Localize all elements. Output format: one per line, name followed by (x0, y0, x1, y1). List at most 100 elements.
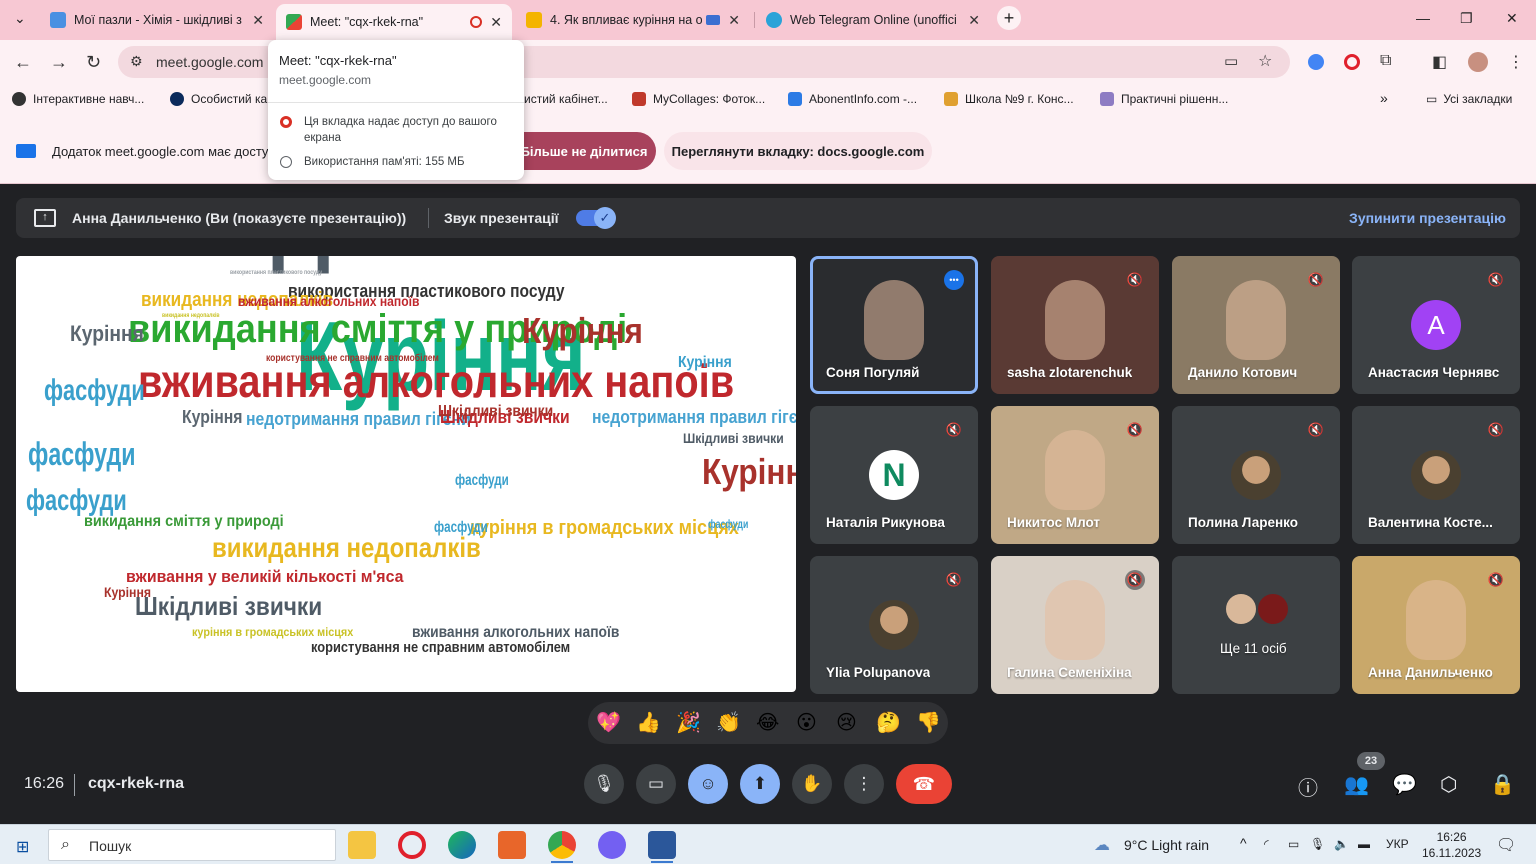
stop-sharing-button[interactable]: Більше не ділитися (502, 132, 656, 170)
reaction-emoji-button[interactable]: 👎 (916, 710, 941, 735)
participant-tile[interactable]: 🔇 Никитос Млот (991, 406, 1159, 544)
view-tab-button[interactable]: Переглянути вкладку: docs.google.com (664, 132, 932, 170)
raise-hand-button[interactable]: ✋ (792, 764, 832, 804)
camera-icon[interactable]: ▭ (1224, 52, 1238, 70)
new-tab-button[interactable]: + (997, 6, 1021, 30)
word-icon[interactable] (648, 831, 676, 859)
windows-start-icon[interactable]: ⊞ (16, 837, 29, 857)
participant-tile[interactable]: 🔇 Галина Семеніхіна (991, 556, 1159, 694)
tab-hover-card: Meet: "cqx-rkek-rna" meet.google.com Ця … (268, 40, 524, 180)
minimize-icon[interactable]: — (1416, 10, 1430, 26)
participant-tile[interactable]: N 🔇 Наталія Рикунова (810, 406, 978, 544)
tab-puzzles[interactable]: Мої пазли - Хімія - шкідливі з ✕ (40, 4, 274, 36)
profile-avatar[interactable] (1468, 52, 1488, 72)
participant-tile[interactable]: 🔇 sasha zlotarenchuk (991, 256, 1159, 394)
close-window-icon[interactable]: ✕ (1506, 10, 1518, 27)
extensions-puzzle-icon[interactable]: ⧉ (1380, 52, 1391, 70)
participant-name: Анна Данильченко (1368, 665, 1493, 680)
restore-icon[interactable]: ❐ (1460, 10, 1473, 27)
tab-search-chevron-icon[interactable]: ⌄ (14, 10, 26, 27)
meeting-details-icon[interactable]: ⓘ (1298, 772, 1318, 801)
url-text[interactable]: meet.google.com (156, 54, 263, 70)
memory-usage: Використання пам'яті: 155 МБ (304, 156, 465, 168)
wordcloud-word: куріння в громадських місцях (192, 625, 354, 639)
activities-icon[interactable]: ⬡ (1440, 772, 1457, 797)
menu-kebab-icon[interactable]: ⋮ (1508, 52, 1524, 72)
reaction-emoji-button[interactable]: 😢 (836, 710, 857, 735)
site-info-icon[interactable]: ⚙ (130, 53, 143, 70)
participant-name: Полина Ларенко (1188, 515, 1298, 530)
file-explorer-icon[interactable] (348, 831, 376, 859)
reaction-emoji-button[interactable]: 🎉 (676, 710, 701, 735)
close-tab-icon[interactable]: ✕ (968, 12, 980, 29)
participant-tile[interactable]: 🔇 Валентина Косте... (1352, 406, 1520, 544)
microphone-button[interactable]: 🎙 (584, 764, 624, 804)
device-icon[interactable]: ▭ (1288, 837, 1299, 851)
bookmark-item[interactable]: Практичні рішенн... (1100, 92, 1228, 106)
bookmark-item[interactable]: Особистий ка (170, 92, 267, 106)
close-tab-icon[interactable]: ✕ (252, 12, 264, 29)
all-bookmarks-button[interactable]: ▭ Усі закладки (1426, 92, 1512, 106)
more-bookmarks-icon[interactable]: » (1380, 90, 1388, 106)
participant-tile[interactable]: 🔇 Полина Ларенко (1172, 406, 1340, 544)
side-panel-icon[interactable]: ◧ (1432, 52, 1447, 72)
people-icon[interactable]: 👥 (1344, 772, 1369, 797)
tab-title: Web Telegram Online (unoffici (790, 13, 957, 27)
bookmark-star-icon[interactable]: ☆ (1258, 51, 1272, 71)
back-icon[interactable]: ← (14, 52, 32, 73)
close-tab-icon[interactable]: ✕ (728, 12, 740, 29)
participant-tile[interactable]: ••• Соня Погуляй (810, 256, 978, 394)
reaction-emoji-button[interactable]: 👍 (636, 710, 661, 735)
camera-button[interactable]: ▭ (636, 764, 676, 804)
reaction-emoji-button[interactable]: 💖 (596, 710, 621, 735)
reaction-emoji-button[interactable]: 👏 (716, 710, 741, 735)
participant-tile[interactable]: 🔇 Данило Котович (1172, 256, 1340, 394)
present-now-button[interactable]: ⬆ (740, 764, 780, 804)
bookmark-item[interactable]: AbonentInfo.com -... (788, 92, 917, 106)
bookmark-item[interactable]: Школа №9 г. Конс... (944, 92, 1074, 106)
presentation-app-icon[interactable] (498, 831, 526, 859)
reactions-bar: 💖 👍 🎉 👏 😂 😮 😢 🤔 👎 (588, 702, 948, 744)
system-clock[interactable]: 16:26 16.11.2023 (1422, 829, 1481, 861)
volume-icon[interactable]: 🔈 (1334, 837, 1349, 851)
reaction-emoji-button[interactable]: 🤔 (876, 710, 901, 735)
avatar (869, 600, 919, 650)
participant-tile[interactable]: Ще 11 осіб (1172, 556, 1340, 694)
close-tab-icon[interactable]: ✕ (490, 14, 502, 31)
opera-icon[interactable] (398, 831, 426, 859)
chat-icon[interactable]: 💬 (1392, 772, 1417, 797)
tab-meet[interactable]: Meet: "cqx-rkek-rna" ✕ (276, 4, 512, 40)
weather-text[interactable]: 9°C Light rain (1124, 837, 1209, 853)
emoji-reactions-button[interactable]: ☺ (688, 764, 728, 804)
language-indicator[interactable]: УКР (1386, 837, 1409, 851)
notifications-icon[interactable]: 🗨 (1496, 835, 1516, 855)
participant-tile[interactable]: A 🔇 Анастасия Чернявс (1352, 256, 1520, 394)
battery-icon[interactable]: ▬ (1358, 837, 1370, 851)
bookmark-item[interactable]: MyCollages: Фоток... (632, 92, 765, 106)
reaction-emoji-button[interactable]: 😮 (796, 710, 817, 735)
reload-icon[interactable]: ↻ (86, 52, 101, 73)
reaction-emoji-button[interactable]: 😂 (756, 710, 779, 735)
network-icon[interactable]: ◜ (1264, 837, 1269, 851)
more-options-button[interactable]: ⋮ (844, 764, 884, 804)
extension-blue-icon[interactable] (1308, 54, 1324, 70)
presentation-audio-toggle[interactable]: ✓ (576, 207, 616, 229)
participant-tile[interactable]: 🔇 Анна Данильченко (1352, 556, 1520, 694)
edge-icon[interactable] (448, 831, 476, 859)
stop-presenting-button[interactable]: Зупинити презентацію (1349, 210, 1506, 226)
viber-icon[interactable] (598, 831, 626, 859)
bookmark-item[interactable]: Інтерактивне навч... (12, 92, 144, 106)
tab-smoking[interactable]: 4. Як впливає куріння на ор ✕ (516, 4, 750, 36)
host-controls-lock-icon[interactable]: 🔒 (1490, 772, 1515, 797)
tab-telegram[interactable]: Web Telegram Online (unoffici ✕ (756, 4, 990, 36)
participant-tile[interactable]: 🔇 Ylia Polupanova (810, 556, 978, 694)
mic-tray-icon[interactable]: 🎙 (1310, 837, 1325, 851)
video-feed (1045, 280, 1105, 360)
bookmark-item[interactable]: истий кабінет... (524, 92, 608, 106)
leave-call-button[interactable]: ☎ (896, 764, 952, 804)
forward-icon[interactable]: → (50, 52, 68, 73)
opera-extension-icon[interactable] (1344, 54, 1360, 70)
tray-chevron-icon[interactable]: ^ (1240, 835, 1247, 851)
taskbar-search[interactable]: ⌕ Пошук (48, 829, 336, 861)
chrome-icon[interactable] (548, 831, 576, 859)
